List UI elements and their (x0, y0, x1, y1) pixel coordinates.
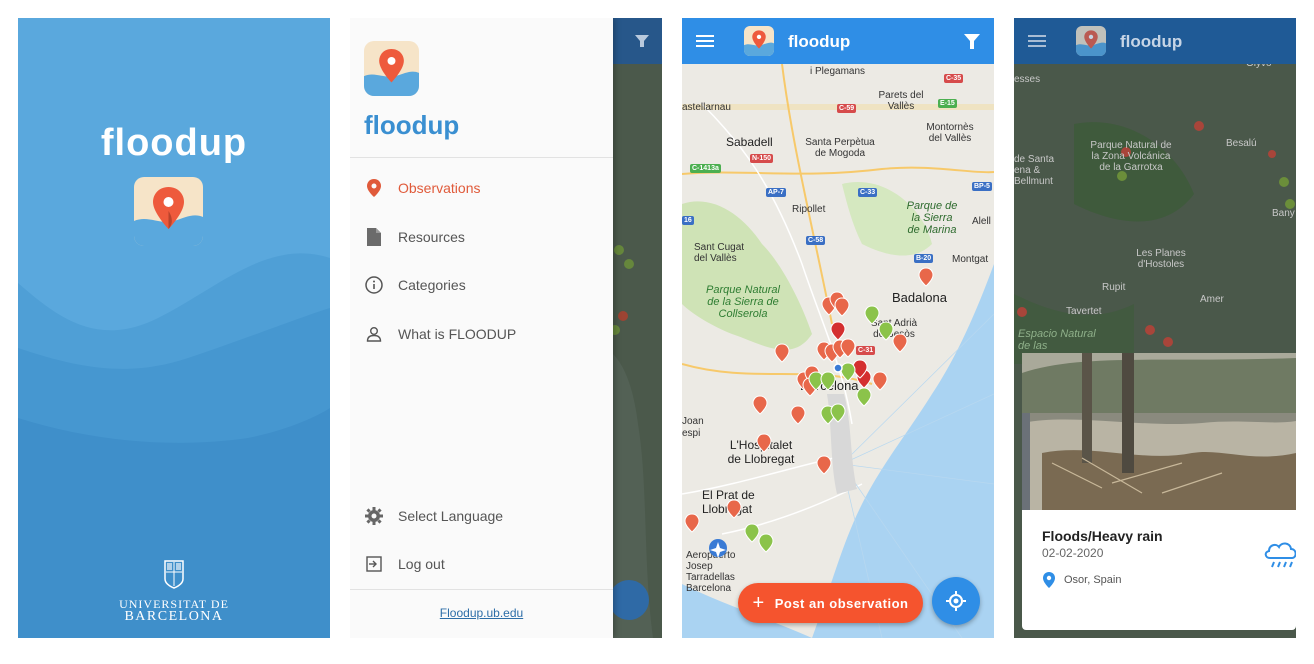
my-location-button[interactable] (932, 577, 980, 625)
observation-category: Floods/Heavy rain (1042, 528, 1163, 544)
menu-item-label: Log out (398, 556, 445, 572)
splash-title: floodup (100, 122, 248, 164)
drawer-brand-title: floodup (364, 110, 460, 140)
gear-icon (350, 507, 398, 525)
menu-item-label: Observations (398, 180, 481, 196)
menu-item-what-is-floodup[interactable]: What is FLOODUP (350, 314, 613, 354)
menu-item-observations[interactable]: Observations (350, 168, 613, 208)
university-crest-icon (164, 560, 184, 589)
map-label: de Santa ena & Bellmunt (1014, 154, 1055, 187)
app-logo-icon (364, 41, 419, 96)
map-screen: i Plegamans Parets del Vallès astellarna… (682, 18, 994, 638)
app-title: floodup (788, 32, 851, 51)
map-label: Besalú (1226, 138, 1257, 149)
appbar-behind-drawer (613, 18, 662, 64)
observation-photo[interactable] (1022, 353, 1296, 510)
drawer-screen: floodup Observations Resources Categorie… (350, 18, 662, 638)
navigation-drawer: floodup Observations Resources Categorie… (350, 18, 613, 638)
detail-screen: esses Parque Natural de la Zona Volcánic… (1014, 18, 1296, 638)
menu-item-label: Resources (398, 229, 465, 245)
plus-icon: + (752, 591, 765, 614)
splash-screen: floodup UNIVERSITAT DE BARCELONA (18, 18, 330, 638)
observation-date: 02-02-2020 (1042, 546, 1104, 560)
app-bar: floodup (1014, 18, 1296, 64)
map-label: Parque Natural de la Zona Volcánica de l… (1090, 140, 1172, 173)
menu-item-label: What is FLOODUP (398, 326, 517, 342)
app-title: floodup (1120, 32, 1183, 51)
menu-item-resources[interactable]: Resources (350, 217, 613, 257)
divider (350, 157, 613, 158)
app-bar: floodup (682, 18, 994, 64)
dimmed-map (610, 64, 662, 638)
app-logo-icon (134, 177, 203, 246)
map-label: Les Planes d'Hostoles (1136, 248, 1186, 270)
filter-icon[interactable] (963, 33, 981, 51)
observation-location: Osor, Spain (1064, 574, 1122, 586)
observation-markers (684, 267, 934, 558)
divider (350, 589, 613, 590)
location-pin-icon (350, 179, 398, 197)
map-label: Espacio Natural de las (1018, 328, 1096, 352)
crosshair-icon (946, 591, 966, 611)
map-view[interactable]: i Plegamans Parets del Vallès astellarna… (682, 63, 994, 638)
info-icon (350, 276, 398, 294)
document-icon (350, 228, 398, 246)
post-observation-label: Post an observation (774, 595, 909, 611)
person-icon (350, 326, 398, 342)
hamburger-menu-icon[interactable] (1028, 32, 1048, 50)
menu-item-label: Select Language (398, 508, 504, 524)
logout-icon (350, 556, 398, 572)
menu-item-select-language[interactable]: Select Language (350, 496, 613, 536)
map-label: esses (1014, 74, 1041, 85)
heavy-rain-icon (1264, 542, 1296, 568)
map-label: Rupit (1102, 282, 1126, 293)
app-logo-icon (744, 26, 774, 56)
website-link[interactable]: Floodup.ub.edu (350, 606, 613, 620)
menu-item-log-out[interactable]: Log out (350, 544, 613, 584)
menu-item-categories[interactable]: Categories (350, 265, 613, 305)
observation-card[interactable]: Floods/Heavy rain 02-02-2020 Osor, Spain (1022, 510, 1296, 630)
map-label: Bany (1272, 208, 1295, 219)
map-label: Amer (1200, 294, 1224, 305)
post-observation-button[interactable]: + Post an observation (738, 583, 923, 623)
location-pin-icon (1043, 572, 1055, 588)
filter-icon (635, 35, 649, 47)
map-label: Tavertet (1066, 306, 1102, 317)
university-name-line2: BARCELONA (124, 609, 224, 624)
location-fab-behind (609, 580, 649, 620)
menu-item-label: Categories (398, 277, 466, 293)
app-logo-icon (1076, 26, 1106, 56)
wave-background (18, 18, 330, 638)
hamburger-menu-icon[interactable] (696, 32, 716, 50)
